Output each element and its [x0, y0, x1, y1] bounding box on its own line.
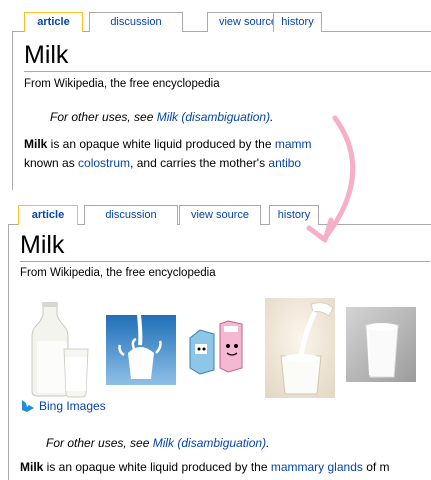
hatnote: For other uses, see Milk (disambiguation…: [50, 110, 273, 124]
tab-discussion[interactable]: discussion: [89, 12, 183, 32]
page-tabs: article discussion view source history: [18, 205, 431, 225]
after-panel: article discussion view source history M…: [0, 200, 431, 480]
page-subtitle: From Wikipedia, the free encyclopedia: [24, 78, 220, 90]
bing-images-label: Bing Images: [39, 399, 106, 413]
milk-pouring-image[interactable]: [265, 298, 335, 398]
intro-line-1: Milk is an opaque white liquid produced …: [24, 135, 431, 154]
milk-carton-cartoon-image[interactable]: [186, 320, 254, 378]
content-left-border: [12, 31, 13, 190]
tab-article[interactable]: article: [24, 12, 83, 32]
hatnote-prefix: For other uses, see: [46, 436, 153, 450]
page-title: Milk: [20, 231, 65, 259]
page-tabs: article discussion view source history: [24, 12, 431, 32]
intro-text: , and carries the mother's: [130, 156, 269, 170]
title-rule: [24, 71, 431, 72]
title-rule: [20, 261, 430, 262]
hatnote-suffix: .: [270, 110, 274, 124]
milk-splash-image[interactable]: [106, 315, 176, 385]
intro-paragraph: Milk is an opaque white liquid produced …: [20, 458, 431, 477]
milk-bottle-image[interactable]: [30, 301, 92, 399]
antibody-link[interactable]: antibo: [268, 156, 301, 170]
colostrum-link[interactable]: colostrum: [78, 156, 130, 170]
mammary-link[interactable]: mamm: [275, 137, 312, 151]
disambiguation-link[interactable]: Milk (disambiguation): [153, 436, 266, 450]
bing-logo-icon: [22, 400, 34, 412]
intro-text: of m: [362, 460, 390, 474]
bold-term: Milk: [24, 137, 48, 151]
intro-text: is an opaque white liquid produced by th…: [47, 137, 275, 151]
intro-text: known as: [24, 156, 79, 170]
page-subtitle: From Wikipedia, the free encyclopedia: [20, 267, 216, 279]
tab-view-source[interactable]: view source: [179, 205, 261, 225]
milk-glass-image[interactable]: [346, 307, 416, 382]
hatnote: For other uses, see Milk (disambiguation…: [46, 436, 269, 450]
disambiguation-link[interactable]: Milk (disambiguation): [157, 110, 270, 124]
hatnote-suffix: .: [266, 436, 270, 450]
tab-history[interactable]: history: [273, 12, 322, 32]
tab-discussion[interactable]: discussion: [84, 205, 178, 225]
bing-images-link[interactable]: Bing Images: [20, 399, 106, 413]
intro-text: is an opaque white liquid produced by th…: [43, 460, 271, 474]
mammary-glands-link[interactable]: mammary glands: [271, 460, 363, 474]
before-panel: article discussion view source history M…: [0, 0, 431, 190]
bing-image-strip: [0, 295, 431, 400]
tab-article[interactable]: article: [18, 205, 78, 225]
intro-line-2: known as colostrum, and carries the moth…: [24, 154, 431, 173]
intro-paragraph: Milk is an opaque white liquid produced …: [24, 135, 431, 173]
hatnote-prefix: For other uses, see: [50, 110, 157, 124]
tab-history[interactable]: history: [269, 205, 319, 225]
page-title: Milk: [24, 41, 69, 69]
bold-term: Milk: [20, 460, 44, 474]
